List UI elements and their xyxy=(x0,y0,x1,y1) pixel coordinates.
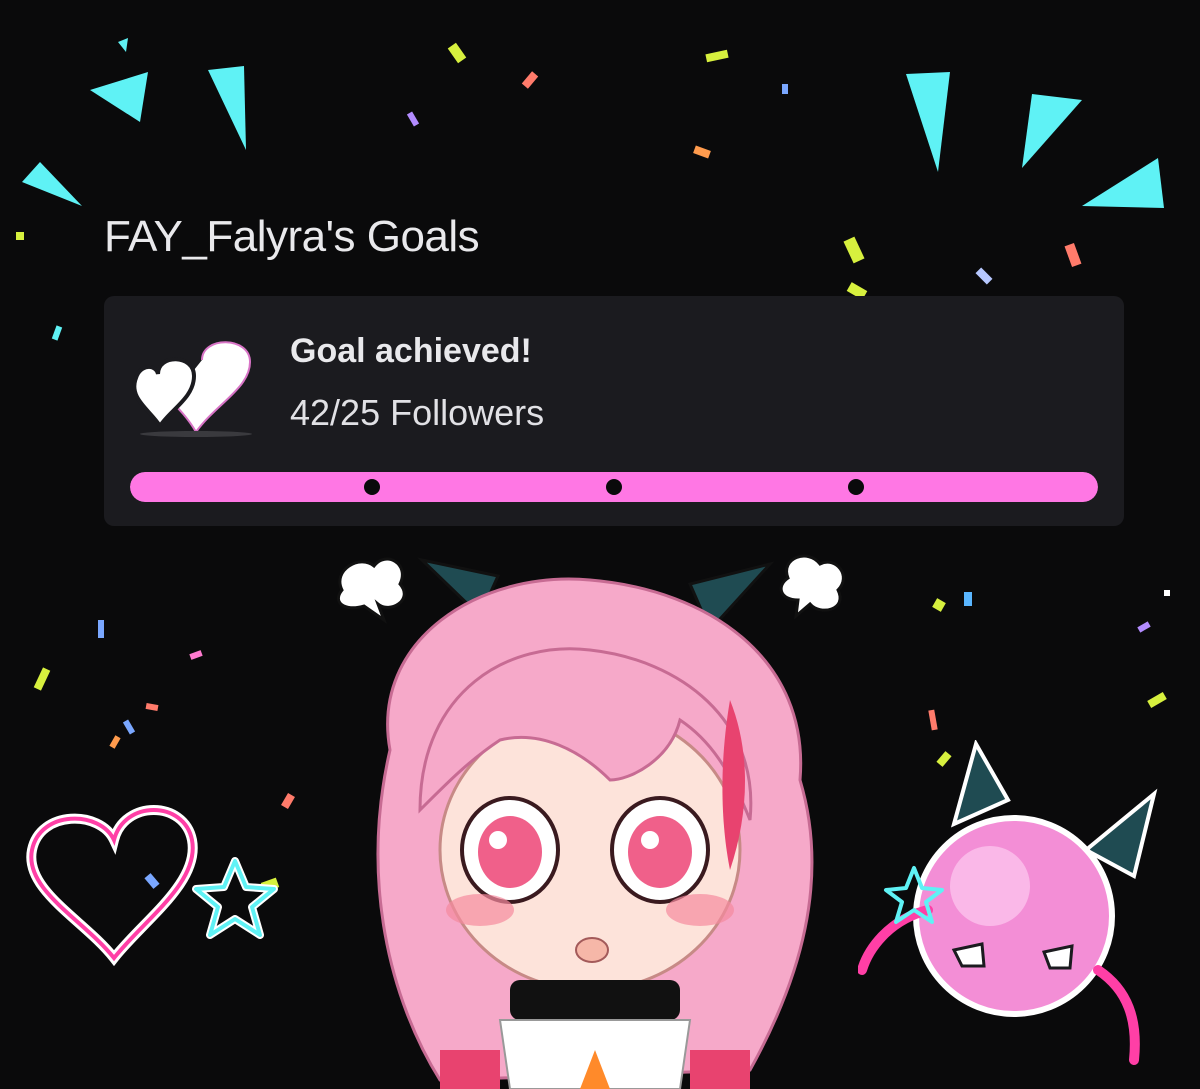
milestone-marker xyxy=(364,479,380,495)
cyan-star-icon xyxy=(192,857,278,939)
outline-heart-icon xyxy=(26,805,198,967)
page-title: FAY_Falyra's Goals xyxy=(104,212,480,261)
milestone-marker xyxy=(606,479,622,495)
goal-card: Goal achieved! 42/25 Followers xyxy=(104,296,1124,526)
goal-progress-bar xyxy=(130,472,1098,502)
chibi-character-illustration xyxy=(336,554,845,1089)
double-heart-icon xyxy=(132,341,252,437)
goal-status-text: Goal achieved! xyxy=(290,332,532,370)
milestone-marker xyxy=(848,479,864,495)
goal-overlay: FAY_Falyra's Goals Goal achieved! 42/25 … xyxy=(0,0,1200,1089)
pink-blob-creature-illustration xyxy=(858,740,1158,1065)
goal-progress-text: 42/25 Followers xyxy=(290,392,545,433)
